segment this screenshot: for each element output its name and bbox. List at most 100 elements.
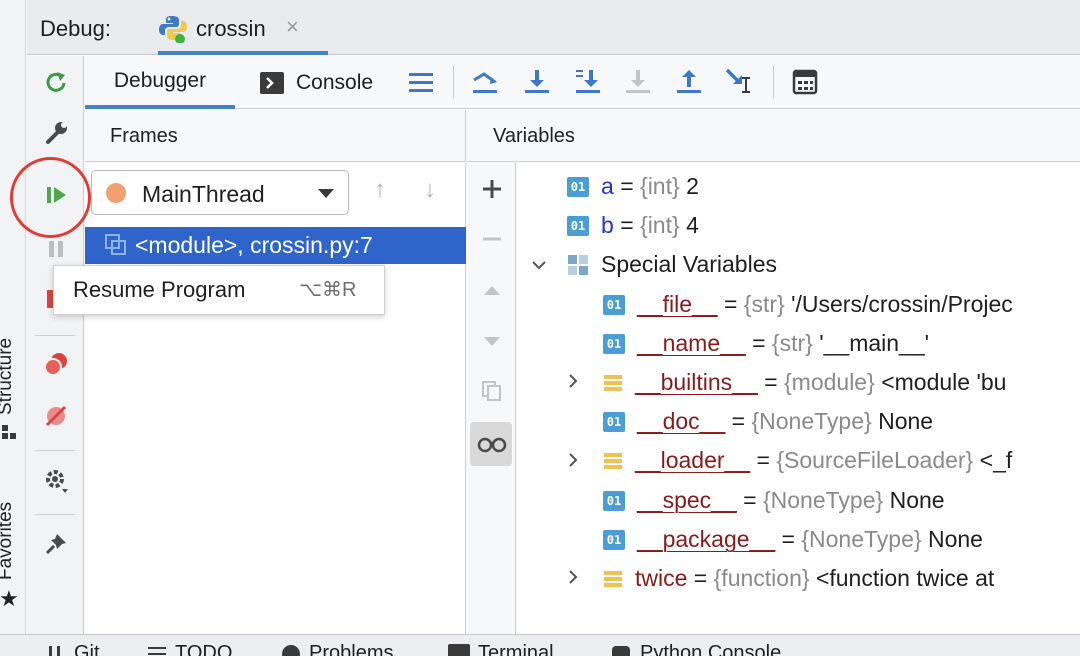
wrench-icon[interactable] <box>39 116 73 150</box>
frames-title: Frames <box>110 125 178 147</box>
variable-type: {SourceFileLoader} <box>776 447 974 473</box>
frame-stack-icon <box>105 234 126 255</box>
chevron-right-icon[interactable] <box>565 373 581 389</box>
add-icon[interactable] <box>474 171 510 207</box>
gear-icon[interactable] <box>39 463 73 497</box>
variable-name: __loader__ <box>635 447 751 473</box>
variable-name: __spec__ <box>637 487 737 513</box>
glasses-icon[interactable] <box>474 426 510 462</box>
variables-header: Variables <box>467 110 1080 162</box>
variable-row[interactable]: 01 __spec__ = {NoneType} None <box>603 481 945 520</box>
variable-type: {NoneType} <box>762 487 884 513</box>
variables-tree: 01 a = {int} 2 01 b = {int} 4 Special Va… <box>517 163 1080 634</box>
function-type-icon <box>604 570 622 587</box>
variable-row[interactable]: 01 __package__ = {NoneType} None <box>603 520 983 559</box>
remove-icon[interactable] <box>474 221 510 257</box>
variable-value: None <box>878 408 934 434</box>
problems-label: Problems <box>309 642 394 656</box>
variable-type: {NoneType} <box>751 408 872 434</box>
rerun-icon[interactable] <box>39 65 73 99</box>
variable-value: <function twice at <box>815 565 995 591</box>
frame-label: <module>, crossin.py:7 <box>135 232 373 258</box>
move-down-icon[interactable] <box>474 323 510 359</box>
variable-row[interactable]: 01 __doc__ = {NoneType} None <box>603 402 933 441</box>
tab-debugger-label: Debugger <box>113 68 207 92</box>
debug-actions-toolbar <box>27 56 84 634</box>
menu-icon[interactable] <box>405 66 437 98</box>
none-type-icon: 01 <box>603 490 625 511</box>
tooltip-text: Resume Program <box>73 277 246 302</box>
variable-name: __name__ <box>637 330 746 356</box>
thread-dropdown[interactable]: MainThread <box>91 170 349 215</box>
mute-breakpoints-icon[interactable] <box>39 399 73 433</box>
evaluate-expression-icon[interactable] <box>789 66 821 98</box>
variable-value: '/Users/crossin/Projec <box>791 291 1013 317</box>
close-icon[interactable]: × <box>286 14 299 40</box>
variable-name: Special Variables <box>601 251 778 277</box>
python-icon <box>159 16 187 43</box>
variable-row[interactable]: 01 b = {int} 4 <box>567 206 699 245</box>
thread-status-dot <box>106 183 126 203</box>
step-over-icon[interactable] <box>521 66 553 98</box>
structure-tool-label[interactable]: Structure <box>0 338 17 415</box>
variable-row[interactable]: __builtins__ = {module} <module 'bu <box>603 363 1006 402</box>
star-icon[interactable]: ★ <box>0 588 19 610</box>
problems-icon <box>282 644 300 656</box>
debug-tool-window-header: Debug: crossin × <box>27 0 1080 55</box>
tool-window-stripe: Structure Favorites ★ <box>0 0 26 634</box>
chevron-right-icon[interactable] <box>565 452 581 468</box>
variable-row[interactable]: __loader__ = {SourceFileLoader} <_f <box>603 441 1012 480</box>
favorites-tool-label[interactable]: Favorites <box>0 502 17 580</box>
tooltip-shortcut: ⌥⌘R <box>299 279 357 301</box>
str-type-icon: 01 <box>603 333 625 354</box>
variable-value: None <box>927 526 983 552</box>
terminal-icon <box>448 643 470 656</box>
int-type-icon: 01 <box>567 215 589 236</box>
step-out-icon[interactable] <box>673 66 705 98</box>
python-console-tool-button[interactable]: Python Console <box>610 642 781 656</box>
terminal-tool-button[interactable]: Terminal <box>448 642 554 656</box>
variable-value: 4 <box>686 212 699 238</box>
todo-label: TODO <box>175 642 233 656</box>
arrow-up-icon[interactable]: ↑ <box>374 176 386 204</box>
frames-panel: MainThread ↑ ↓ <module>, crossin.py:7 <box>85 163 466 634</box>
variable-name: a <box>601 173 614 199</box>
copy-icon[interactable] <box>474 373 510 409</box>
run-to-cursor-icon[interactable] <box>723 66 755 98</box>
tab-debugger[interactable]: Debugger <box>85 56 235 109</box>
step-into-icon[interactable] <box>572 66 604 98</box>
problems-tool-button[interactable]: Problems <box>281 642 393 656</box>
special-variables-row[interactable]: Special Variables <box>567 245 777 284</box>
view-breakpoints-icon[interactable] <box>39 347 73 381</box>
todo-tool-button[interactable]: TODO <box>147 642 232 656</box>
structure-icon[interactable] <box>1 424 17 440</box>
pin-icon[interactable] <box>39 527 73 561</box>
tab-console[interactable]: Console <box>260 56 373 109</box>
str-type-icon: 01 <box>603 294 625 315</box>
chevron-right-icon[interactable] <box>565 569 581 585</box>
frame-row-selected[interactable]: <module>, crossin.py:7 <box>85 227 466 264</box>
step-into-my-code-icon[interactable] <box>622 66 654 98</box>
resume-program-tooltip: Resume Program ⌥⌘R <box>53 265 385 315</box>
module-type-icon <box>604 374 622 391</box>
git-tool-button[interactable]: Git <box>46 642 100 656</box>
variable-value: <module 'bu <box>881 369 1007 395</box>
toolbar-divider <box>35 335 75 336</box>
arrow-down-icon[interactable]: ↓ <box>424 176 436 204</box>
chevron-down-icon <box>318 189 334 198</box>
variable-value: <_f <box>979 447 1013 473</box>
toolbar-divider <box>773 66 774 99</box>
special-variables-icon <box>568 254 588 275</box>
run-config-tab[interactable]: crossin × <box>158 0 328 55</box>
run-tab-label: crossin <box>196 16 266 41</box>
move-up-icon[interactable] <box>474 273 510 309</box>
variable-row[interactable]: twice = {function} <function twice at <box>603 559 994 598</box>
variable-row[interactable]: 01 a = {int} 2 <box>567 167 699 206</box>
none-type-icon: 01 <box>603 411 625 432</box>
toolbar-divider <box>453 66 454 99</box>
debugger-tabs-row: Debugger Console <box>85 56 1080 109</box>
chevron-down-icon[interactable] <box>531 257 547 273</box>
variable-row[interactable]: 01 __file__ = {str} '/Users/crossin/Proj… <box>603 285 1013 324</box>
show-execution-point-icon[interactable] <box>469 66 501 98</box>
variable-row[interactable]: 01 __name__ = {str} '__main__' <box>603 324 929 363</box>
